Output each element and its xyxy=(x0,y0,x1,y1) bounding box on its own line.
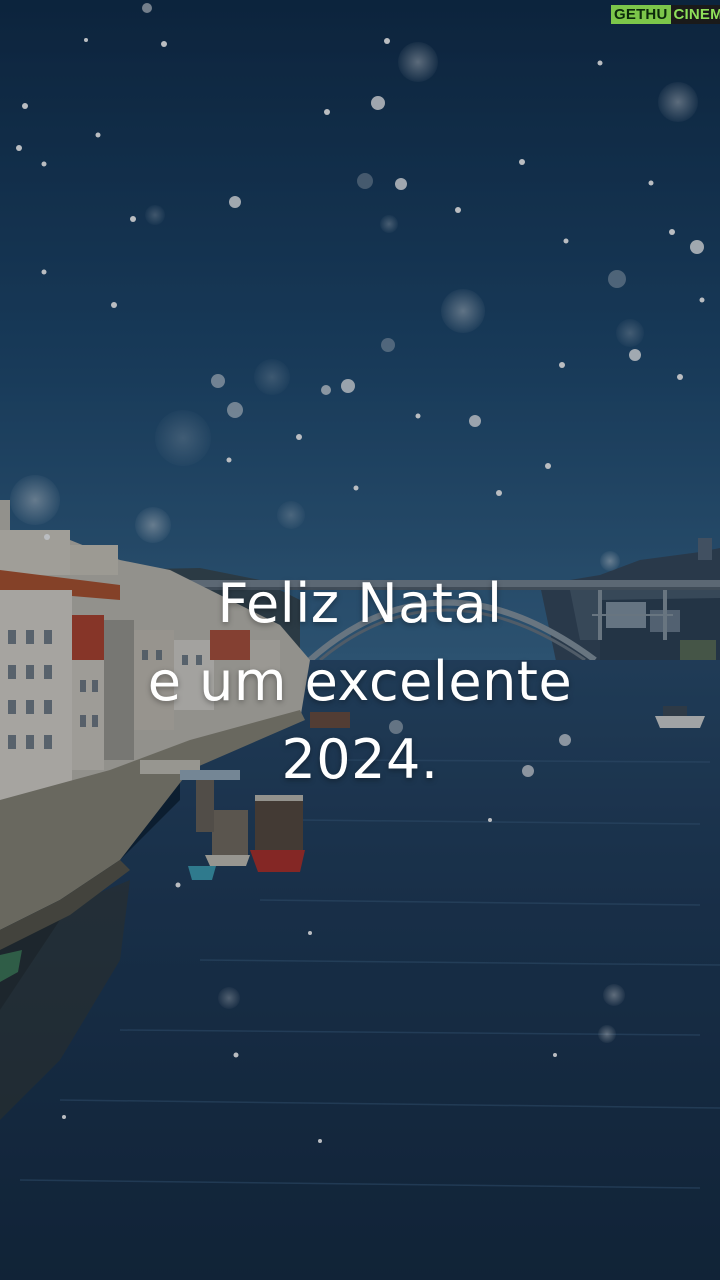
watermark-logo: GETHUCINEMA xyxy=(611,4,720,24)
greeting-line-1: Feliz Natal xyxy=(217,572,503,635)
watermark-part-2: CINEMA xyxy=(670,4,720,24)
greeting-line-2: e um excelente xyxy=(147,650,573,713)
greeting-line-3: 2024. xyxy=(281,728,439,791)
greeting-message: Feliz Natal e um excelente 2024. xyxy=(0,565,720,799)
watermark-part-1: GETHU xyxy=(611,4,671,24)
video-frame: Feliz Natal e um excelente 2024. GETHU CI… xyxy=(0,0,720,1280)
